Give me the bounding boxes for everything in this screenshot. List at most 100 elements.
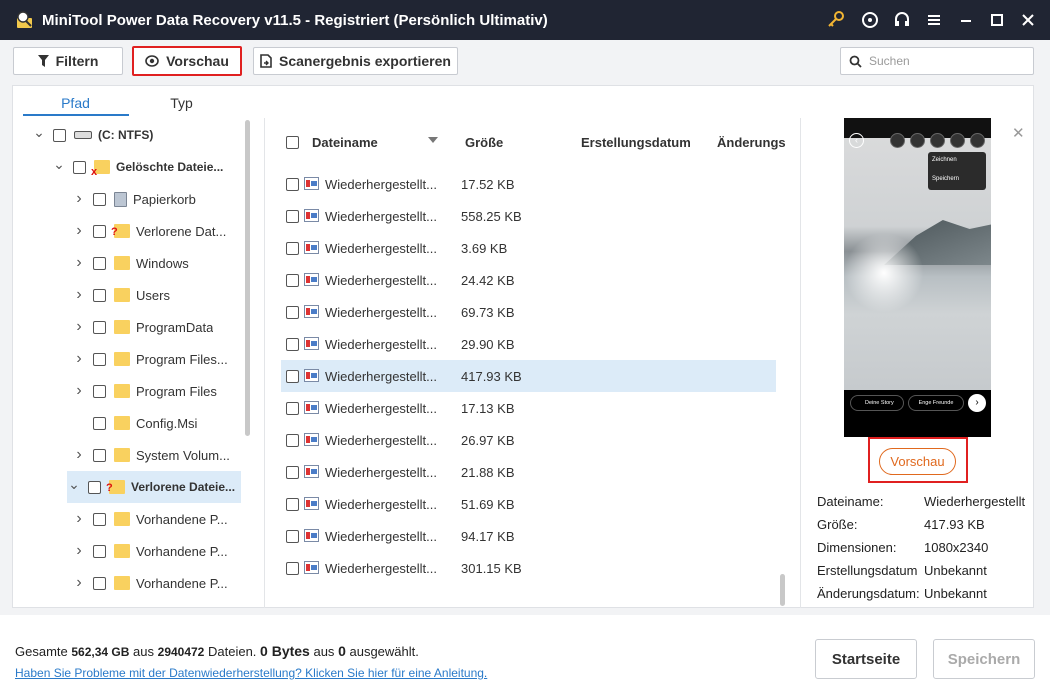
tree-item[interactable]: › Windows — [24, 247, 244, 279]
help-link[interactable]: Haben Sie Probleme mit der Datenwiederhe… — [15, 666, 487, 680]
file-row[interactable]: Wiederhergestellt... 29.90 KB — [281, 328, 776, 360]
tree-checkbox[interactable] — [93, 192, 106, 206]
tree-checkbox[interactable] — [93, 384, 106, 398]
file-checkbox[interactable] — [286, 530, 299, 543]
file-checkbox[interactable] — [286, 562, 299, 575]
tree-item[interactable]: › ProgramData — [24, 311, 244, 343]
tree-scrollbar[interactable] — [245, 120, 250, 436]
chevron-down-icon[interactable]: ⌄ — [52, 156, 66, 173]
disc-icon[interactable] — [860, 10, 880, 30]
preview-button[interactable]: Vorschau — [132, 46, 242, 76]
file-row[interactable]: Wiederhergestellt... 558.25 KB — [281, 200, 776, 232]
file-checkbox[interactable] — [286, 242, 299, 255]
column-header-modified[interactable]: Änderungs — [717, 135, 786, 150]
image-file-icon — [304, 337, 319, 350]
tree-item[interactable]: › Program Files — [24, 375, 244, 407]
tree-checkbox[interactable] — [88, 480, 101, 494]
chevron-right-icon[interactable]: › — [72, 350, 86, 368]
sort-desc-icon[interactable] — [428, 137, 438, 143]
file-row[interactable]: Wiederhergestellt... 301.15 KB — [281, 552, 776, 584]
chevron-right-icon[interactable]: › — [72, 510, 86, 528]
file-checkbox[interactable] — [286, 434, 299, 447]
file-row[interactable]: Wiederhergestellt... 51.69 KB — [281, 488, 776, 520]
chevron-right-icon[interactable]: › — [72, 446, 86, 464]
tree-checkbox[interactable] — [93, 416, 106, 430]
tree-item[interactable]: › Program Files... — [24, 343, 244, 375]
tab-type[interactable]: Typ — [129, 95, 234, 117]
tree-checkbox[interactable] — [73, 160, 86, 174]
save-button[interactable]: Speichern — [933, 639, 1035, 679]
chevron-right-icon[interactable]: › — [72, 286, 86, 304]
file-row[interactable]: Wiederhergestellt... 21.88 KB — [281, 456, 776, 488]
file-row[interactable]: Wiederhergestellt... 94.17 KB — [281, 520, 776, 552]
search-box[interactable] — [840, 47, 1034, 75]
file-row[interactable]: Wiederhergestellt... 3.69 KB — [281, 232, 776, 264]
file-checkbox[interactable] — [286, 178, 299, 191]
file-row[interactable]: Wiederhergestellt... 417.93 KB — [281, 360, 776, 392]
key-icon[interactable] — [826, 10, 846, 30]
tree-item[interactable]: › Users — [24, 279, 244, 311]
tree-checkbox[interactable] — [93, 544, 106, 558]
tree-checkbox[interactable] — [93, 224, 106, 238]
column-header-size[interactable]: Größe — [465, 135, 503, 150]
file-checkbox[interactable] — [286, 370, 299, 383]
chevron-right-icon[interactable]: › — [72, 382, 86, 400]
selected-count: 0 — [338, 643, 346, 659]
home-button[interactable]: Startseite — [815, 639, 917, 679]
file-checkbox[interactable] — [286, 498, 299, 511]
tree-checkbox[interactable] — [93, 576, 106, 590]
file-row[interactable]: Wiederhergestellt... 26.97 KB — [281, 424, 776, 456]
tree-checkbox[interactable] — [93, 512, 106, 526]
tree-checkbox[interactable] — [53, 128, 66, 142]
image-file-icon — [304, 241, 319, 254]
file-checkbox[interactable] — [286, 338, 299, 351]
file-row[interactable]: Wiederhergestellt... 17.52 KB — [281, 168, 776, 200]
filter-button[interactable]: Filtern — [13, 47, 123, 75]
headset-icon[interactable] — [892, 10, 912, 30]
file-checkbox[interactable] — [286, 274, 299, 287]
close-icon[interactable] — [1018, 10, 1038, 30]
preview-file-button[interactable]: Vorschau — [879, 448, 956, 475]
tree-item[interactable]: › Vorhandene P... — [24, 535, 244, 567]
select-all-checkbox[interactable] — [286, 136, 299, 149]
file-row[interactable]: Wiederhergestellt... 24.42 KB — [281, 264, 776, 296]
file-checkbox[interactable] — [286, 306, 299, 319]
tree-item[interactable]: › Papierkorb — [24, 183, 244, 215]
column-header-name[interactable]: Dateiname — [312, 135, 378, 150]
chevron-right-icon[interactable]: › — [72, 254, 86, 272]
tree-item[interactable]: › Vorhandene P... — [24, 567, 244, 599]
tree-checkbox[interactable] — [93, 320, 106, 334]
chevron-right-icon[interactable]: › — [72, 574, 86, 592]
file-checkbox[interactable] — [286, 402, 299, 415]
column-header-created[interactable]: Erstellungsdatum — [581, 135, 691, 150]
minimize-icon[interactable] — [956, 10, 976, 30]
tree-item[interactable]: › System Volum... — [24, 439, 244, 471]
tree-checkbox[interactable] — [93, 256, 106, 270]
file-checkbox[interactable] — [286, 466, 299, 479]
preview-close-icon[interactable]: ✕ — [1012, 124, 1025, 142]
tree-item[interactable]: ›? Verlorene Dat... — [24, 215, 244, 247]
chevron-right-icon[interactable]: › — [72, 318, 86, 336]
file-list-scrollbar[interactable] — [780, 574, 785, 606]
tree-checkbox[interactable] — [93, 288, 106, 302]
chevron-down-icon[interactable]: ⌄ — [67, 476, 81, 493]
search-input[interactable] — [869, 52, 1019, 70]
chevron-right-icon[interactable]: › — [72, 222, 86, 240]
tree-item-label: Config.Msi — [136, 415, 198, 431]
file-row[interactable]: Wiederhergestellt... 69.73 KB — [281, 296, 776, 328]
tree-item[interactable]: ⌄ x Gelöschte Dateie... — [24, 151, 244, 183]
file-checkbox[interactable] — [286, 210, 299, 223]
tree-item[interactable]: ⌄ (C: NTFS) — [24, 119, 244, 151]
tree-checkbox[interactable] — [93, 352, 106, 366]
chevron-down-icon[interactable]: ⌄ — [32, 124, 46, 141]
maximize-icon[interactable] — [987, 10, 1007, 30]
tree-item[interactable]: › Vorhandene P... — [24, 503, 244, 535]
tree-checkbox[interactable] — [93, 448, 106, 462]
export-button[interactable]: Scanergebnis exportieren — [253, 47, 458, 75]
chevron-right-icon[interactable]: › — [72, 542, 86, 560]
tree-item[interactable]: Config.Msi — [24, 407, 244, 439]
file-row[interactable]: Wiederhergestellt... 17.13 KB — [281, 392, 776, 424]
tree-item[interactable]: ⌄? Verlorene Dateie... — [67, 471, 241, 503]
menu-icon[interactable] — [924, 10, 944, 30]
chevron-right-icon[interactable]: › — [72, 190, 86, 208]
